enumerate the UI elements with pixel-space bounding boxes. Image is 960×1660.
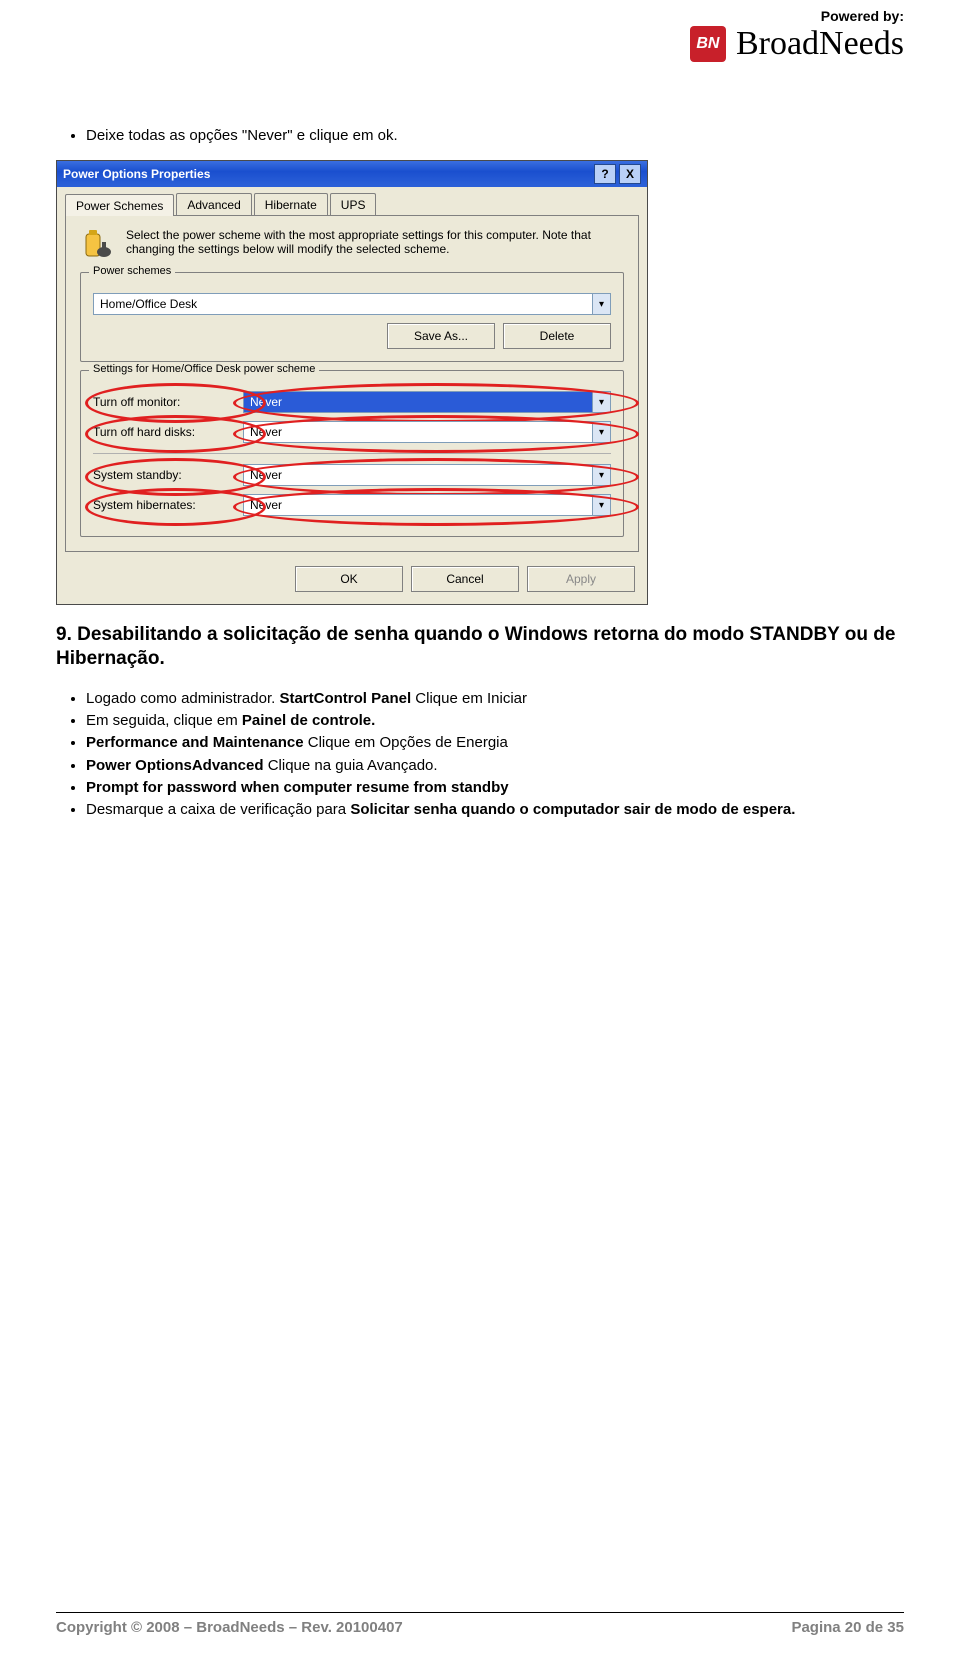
dialog-titlebar[interactable]: Power Options Properties ? X xyxy=(57,161,647,187)
label-system-standby: System standby: xyxy=(93,468,243,482)
group-settings: Settings for Home/Office Desk power sche… xyxy=(80,370,624,537)
hibernate-select[interactable]: ▾ xyxy=(243,494,611,516)
group-power-schemes-title: Power schemes xyxy=(89,265,175,277)
hibernate-select-input[interactable] xyxy=(243,494,611,516)
label-turn-off-hdd: Turn off hard disks: xyxy=(93,425,243,439)
help-button[interactable]: ? xyxy=(594,164,616,184)
powered-by-label: Powered by: xyxy=(690,8,904,24)
standby-select[interactable]: ▾ xyxy=(243,464,611,486)
tab-ups[interactable]: UPS xyxy=(330,193,377,215)
footer-page-number: Pagina 20 de 35 xyxy=(791,1619,904,1636)
list-item: Em seguida, clique em Painel de controle… xyxy=(86,711,904,731)
label-system-hibernates: System hibernates: xyxy=(93,498,243,512)
list-item: Desmarque a caixa de verificação para So… xyxy=(86,800,904,820)
dialog-description: Select the power scheme with the most ap… xyxy=(126,228,624,256)
cancel-button[interactable]: Cancel xyxy=(411,566,519,592)
standby-select-input[interactable] xyxy=(243,464,611,486)
monitor-select-input[interactable] xyxy=(243,391,611,413)
chevron-down-icon[interactable]: ▾ xyxy=(592,294,610,314)
brand-name: BroadNeeds xyxy=(736,27,904,61)
close-button[interactable]: X xyxy=(619,164,641,184)
battery-icon xyxy=(80,228,114,262)
intro-bullet: Deixe todas as opções "Never" e clique e… xyxy=(86,126,904,146)
logo-icon: BN xyxy=(690,26,726,62)
list-item: Performance and Maintenance Clique em Op… xyxy=(86,733,904,753)
tab-power-schemes[interactable]: Power Schemes xyxy=(65,194,174,216)
section-heading: 9. Desabilitando a solicitação de senha … xyxy=(56,623,904,671)
ok-button[interactable]: OK xyxy=(295,566,403,592)
page-header: Powered by: BN BroadNeeds xyxy=(690,8,904,62)
scheme-select[interactable]: ▾ xyxy=(93,293,611,315)
save-as-button[interactable]: Save As... xyxy=(387,323,495,349)
chevron-down-icon[interactable]: ▾ xyxy=(592,465,610,485)
delete-button[interactable]: Delete xyxy=(503,323,611,349)
page-footer: Copyright © 2008 – BroadNeeds – Rev. 201… xyxy=(56,1612,904,1636)
tab-hibernate[interactable]: Hibernate xyxy=(254,193,328,215)
list-item: Prompt for password when computer resume… xyxy=(86,778,904,798)
scheme-select-input[interactable] xyxy=(93,293,611,315)
hdd-select-input[interactable] xyxy=(243,421,611,443)
footer-copyright: Copyright © 2008 – BroadNeeds – Rev. 201… xyxy=(56,1619,403,1636)
group-power-schemes: Power schemes ▾ Save As... Delete xyxy=(80,272,624,362)
monitor-select[interactable]: ▾ xyxy=(243,391,611,413)
apply-button[interactable]: Apply xyxy=(527,566,635,592)
dialog-title: Power Options Properties xyxy=(63,167,210,181)
list-item: Logado como administrador. StartControl … xyxy=(86,689,904,709)
list-item: Power OptionsAdvanced Clique na guia Ava… xyxy=(86,756,904,776)
power-options-dialog: Power Options Properties ? X Power Schem… xyxy=(56,160,648,605)
chevron-down-icon[interactable]: ▾ xyxy=(592,392,610,412)
section-bullets: Logado como administrador. StartControl … xyxy=(56,689,904,821)
hdd-select[interactable]: ▾ xyxy=(243,421,611,443)
chevron-down-icon[interactable]: ▾ xyxy=(592,422,610,442)
dialog-tabs: Power Schemes Advanced Hibernate UPS xyxy=(57,187,647,215)
tab-advanced[interactable]: Advanced xyxy=(176,193,251,215)
group-settings-title: Settings for Home/Office Desk power sche… xyxy=(89,363,319,375)
label-turn-off-monitor: Turn off monitor: xyxy=(93,395,243,409)
chevron-down-icon[interactable]: ▾ xyxy=(592,495,610,515)
